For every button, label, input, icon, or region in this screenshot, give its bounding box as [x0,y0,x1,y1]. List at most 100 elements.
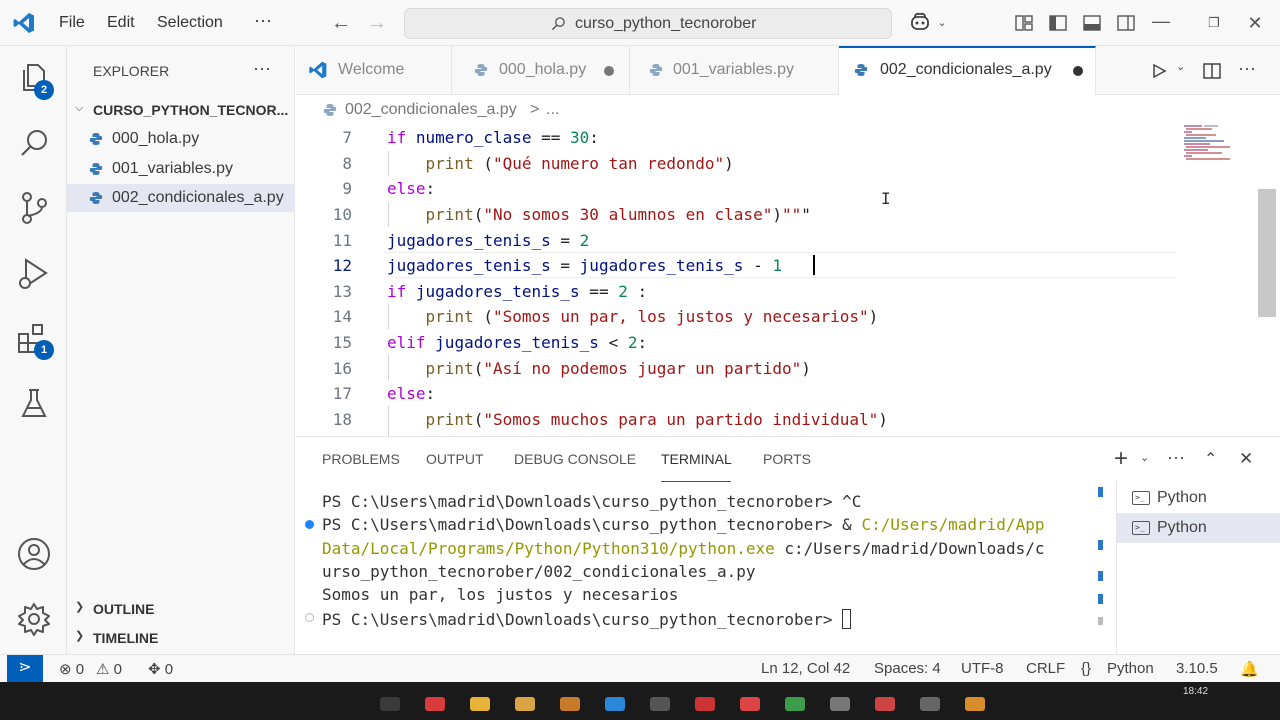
ports-status[interactable]: ✥ 0 [148,660,173,678]
copilot-icon[interactable] [909,12,931,32]
explorer-more-actions[interactable]: ··· [253,58,271,79]
command-center-search[interactable]: curso_python_tecnorober [404,8,892,39]
taskbar-vscode-icon[interactable] [605,697,625,711]
panel-tab-terminal[interactable]: TERMINAL [661,451,732,467]
file-item-002-condicionales[interactable]: 002_condicionales_a.py [67,184,295,212]
taskbar-app-icon[interactable] [830,697,850,711]
editor-more-actions-icon[interactable]: ··· [1238,58,1256,79]
code-line: if jugadores_tenis_s == 2 : [387,282,648,301]
testing-flask-icon[interactable] [14,384,54,424]
taskbar-app-icon[interactable] [650,697,670,711]
maximize-panel-icon[interactable]: ⌃ [1204,449,1217,469]
terminal-instance[interactable]: >_ Python [1117,483,1280,513]
source-control-icon[interactable] [14,188,54,228]
unsaved-dot-icon[interactable] [604,66,614,76]
warnings-status[interactable]: ⚠ 0 [96,660,122,678]
taskbar-app-icon[interactable] [785,697,805,711]
minimize-icon[interactable]: — [1150,10,1172,32]
panel-tab-ports[interactable]: PORTS [763,451,811,467]
python-file-icon [474,64,488,76]
title-bar: File Edit Selection ··· ← → curso_python… [0,0,1280,46]
language-mode[interactable]: Python [1107,660,1154,677]
scrollbar-mark [1098,540,1103,550]
forward-arrow-icon[interactable]: → [366,12,388,34]
menu-selection[interactable]: Selection [157,14,223,32]
tab-002-condicionales[interactable]: 002_condicionales_a.py [839,46,1096,95]
new-terminal-plus-icon[interactable]: + [1114,445,1128,473]
back-arrow-icon[interactable]: ← [330,12,352,34]
run-file-icon[interactable] [1151,63,1167,79]
search-activity-icon[interactable] [14,124,54,164]
split-editor-icon[interactable] [1202,61,1222,81]
file-item-001-variables[interactable]: 001_variables.py [67,155,295,183]
taskbar-app-icon[interactable] [875,697,895,711]
extensions-activity[interactable]: 1 [14,320,54,360]
minimap[interactable] [1184,125,1244,165]
terminal-instance-selected[interactable]: >_ Python [1117,513,1280,543]
cursor-position[interactable]: Ln 12, Col 42 [761,660,850,677]
run-debug-icon[interactable] [14,254,54,294]
code-token: print [425,205,474,224]
remote-indicator-icon[interactable]: ⋗ [7,655,43,682]
taskbar-app-icon[interactable] [695,697,715,711]
menu-edit[interactable]: Edit [107,14,135,32]
python-file-icon [89,192,103,204]
tab-welcome[interactable]: Welcome [296,46,452,95]
terminal-dropdown-icon[interactable]: ⌄ [1140,451,1149,464]
timeline-section[interactable]: ❯ TIMELINE [67,624,295,650]
tab-000-hola[interactable]: 000_hola.py [452,46,630,95]
indentation[interactable]: Spaces: 4 [874,660,941,677]
command-success-dot[interactable] [305,520,314,529]
run-dropdown-icon[interactable]: ⌄ [1176,60,1185,73]
toggle-panel-icon[interactable] [1082,13,1102,33]
taskbar-app-icon[interactable] [920,697,940,711]
code-line: print("No somos 30 alumnos en clase")""" [425,205,811,224]
python-version[interactable]: 3.10.5 [1176,660,1218,677]
tab-001-variables[interactable]: 001_variables.py [630,46,839,95]
close-panel-icon[interactable]: ✕ [1239,449,1253,469]
taskbar-clock[interactable]: 18:42 [1183,686,1208,697]
python-file-icon [649,64,663,76]
encoding[interactable]: UTF-8 [961,660,1004,677]
settings-gear-icon[interactable] [14,599,54,639]
breadcrumb: 002_condicionales_a.py > ... [296,95,1280,125]
line-number: 15 [332,333,352,352]
taskbar-app-icon[interactable] [515,697,535,711]
explorer-sidebar: EXPLORER ··· ⌵ CURSO_PYTHON_TECNOR... 00… [67,46,295,654]
panel-tab-problems[interactable]: PROBLEMS [322,451,400,467]
end-of-line[interactable]: CRLF [1026,660,1065,677]
menu-file[interactable]: File [59,14,85,32]
panel-tab-debug-console[interactable]: DEBUG CONSOLE [514,451,636,467]
line-number: 14 [332,307,352,326]
file-item-000-hola[interactable]: 000_hola.py [67,125,295,153]
taskbar-app-icon[interactable] [425,697,445,711]
explorer-activity[interactable]: 2 [14,58,54,100]
unsaved-dot-icon[interactable] [1073,66,1083,76]
command-pending-dot[interactable] [305,613,314,622]
restore-icon[interactable]: ❐ [1203,12,1225,34]
breadcrumb-symbols[interactable]: ... [546,101,559,119]
toggle-sidebar-icon[interactable] [1048,13,1068,33]
menu-more[interactable]: ··· [254,10,272,31]
panel-more-actions-icon[interactable]: ··· [1167,447,1185,468]
panel-tab-output[interactable]: OUTPUT [426,451,484,467]
taskbar-app-icon[interactable] [740,697,760,711]
notifications-bell-icon[interactable]: 🔔 [1240,660,1259,678]
taskbar-app-icon[interactable] [380,697,400,711]
copilot-dropdown-icon[interactable]: ⌄ [931,12,953,34]
breadcrumb-file[interactable]: 002_condicionales_a.py [345,101,517,119]
accounts-icon[interactable] [14,534,54,574]
toggle-secondary-sidebar-icon[interactable] [1116,13,1136,33]
taskbar-app-icon[interactable] [965,697,985,711]
taskbar-app-icon[interactable] [560,697,580,711]
customize-layout-icon[interactable] [1014,13,1034,33]
outline-section[interactable]: ❯ OUTLINE [67,595,295,621]
terminal-prompt: PS C:\Users\madrid\Downloads\curso_pytho… [322,609,852,629]
workspace-folder[interactable]: ⌵ CURSO_PYTHON_TECNOR... [67,98,295,122]
errors-status[interactable]: ⊗ 0 [59,660,84,678]
braces-icon[interactable]: {} [1081,660,1091,677]
taskbar-folder-icon[interactable] [470,697,490,711]
code-editor[interactable]: 7 8 9 10 11 12 13 14 15 16 17 18 if nume… [296,125,1280,436]
close-window-icon[interactable]: ✕ [1244,12,1266,34]
editor-scrollbar[interactable] [1258,189,1276,317]
